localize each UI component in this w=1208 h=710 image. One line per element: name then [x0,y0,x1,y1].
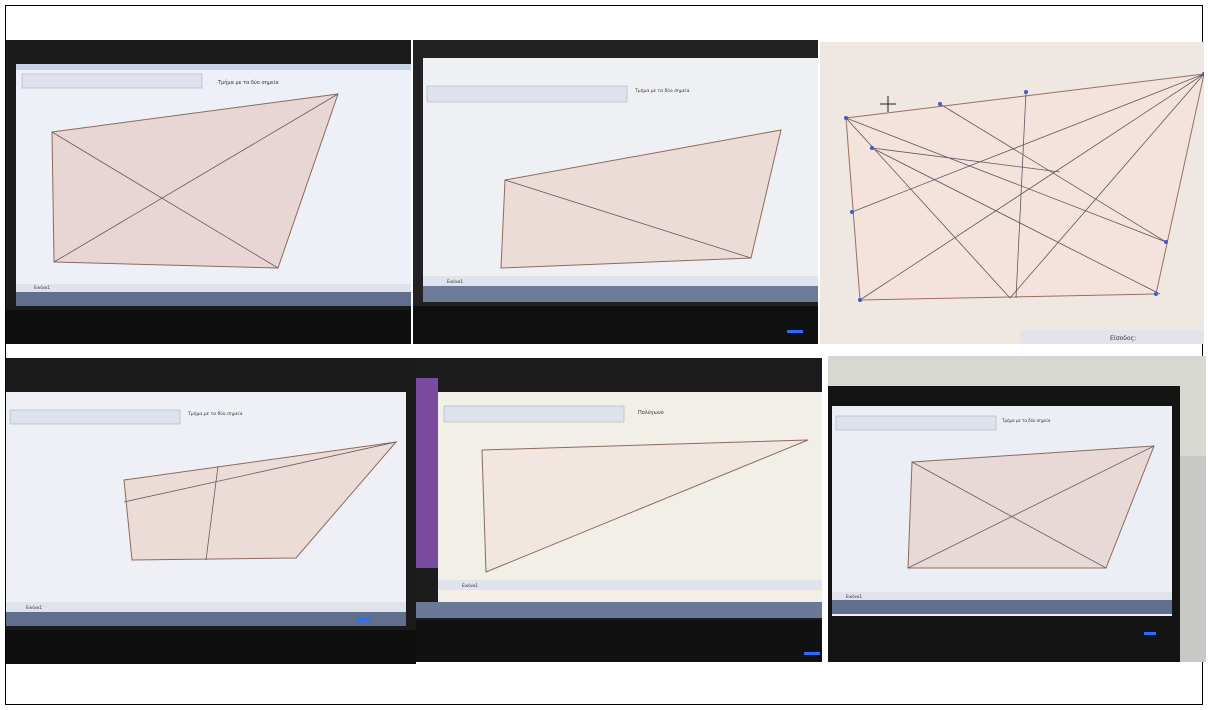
toolbar-text: Τμήμα με τα δύο σημεία [1001,418,1051,423]
toolbar-text: Πολύγωνο [638,409,664,416]
status-text: Είσοδος: [1110,335,1136,342]
toolbar-text: Τμήμα με τα δύο σημεία [634,87,690,94]
photo-2: Τμήμα με τα δύο σημεία Εικόνα1 [413,40,818,344]
photo-6: Τμήμα με τα δύο σημεία Εικόνα1 [828,356,1206,662]
taskbar-label: Εικόνα1 [26,605,43,610]
taskbar [832,600,1172,614]
photo-4: Τμήμα με τα δύο σημεία Εικόνα1 [6,358,416,664]
photo-3: Είσοδος: [820,42,1204,344]
toolbar-text: Τμήμα με τα δύο σημεία [187,410,243,417]
taskbar-label: Εικόνα1 [846,594,863,599]
photo-5: Πολύγωνο Εικόνα1 [416,358,822,662]
taskbar [416,602,822,618]
taskbar-label: Εικόνα1 [447,279,464,284]
taskbar [423,286,818,302]
taskbar [16,292,411,306]
taskbar [6,612,406,626]
photo-1: Τμήμα με τα δύο σημεία Εικόνα1 [6,40,411,344]
taskbar-label: Εικόνα1 [34,285,51,290]
toolbar-text: Τμήμα με τα δύο σημεία [217,79,279,86]
taskbar-label: Εικόνα1 [462,583,479,588]
figure-frame: Τμήμα με τα δύο σημεία Εικόνα1 Τμήμα με … [5,5,1206,705]
